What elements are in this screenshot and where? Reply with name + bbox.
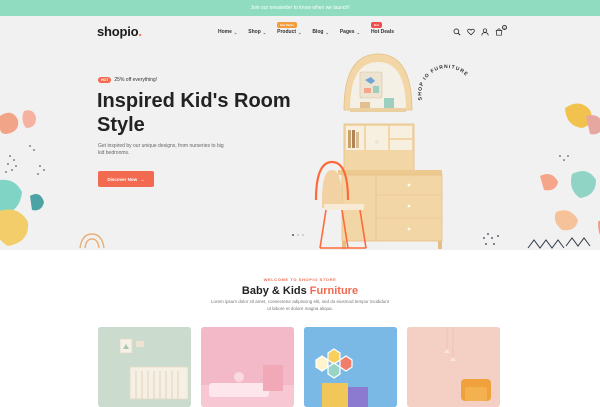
hero-decor xyxy=(0,103,600,249)
nav-label: Shop xyxy=(248,29,261,35)
hot-badge: HOT xyxy=(98,77,112,83)
nav-item-shop[interactable]: Shop ⌄ xyxy=(248,29,266,35)
nav-label: Hot Deals xyxy=(370,29,394,35)
nav-badge: Hot xyxy=(370,22,382,28)
nav-label: Product xyxy=(277,29,297,35)
category-card-shelves[interactable] xyxy=(304,327,397,407)
promo-text: 25% off everything! xyxy=(114,77,158,83)
chevron-down-icon: ⌄ xyxy=(325,29,329,35)
chevron-down-icon: ⌄ xyxy=(356,29,360,35)
nav-item-pages[interactable]: Pages ⌄ xyxy=(340,29,360,35)
nav-item-hot-deals[interactable]: Hot Deals Hot xyxy=(370,22,394,35)
hero-promo: HOT 25% off everything! xyxy=(98,77,157,83)
brand-logo[interactable]: shopio. xyxy=(97,24,142,39)
nav-label: Blog xyxy=(312,29,324,35)
nav-item-product[interactable]: Product ⌄ Hot Items xyxy=(277,22,302,35)
category-card-crib[interactable] xyxy=(98,327,191,407)
hero-curved-label: SHOP IO FURNITURE KIDS xyxy=(414,56,469,101)
cart-count-badge: 0 xyxy=(502,25,507,30)
header-actions: 0 xyxy=(453,25,507,36)
nav-label: Home xyxy=(218,29,232,35)
category-cards xyxy=(98,327,500,407)
user-icon[interactable] xyxy=(481,28,489,36)
search-icon[interactable] xyxy=(453,28,461,36)
hero-banner: SHOP IO FURNITURE KIDS xyxy=(0,16,600,250)
chevron-down-icon: ⌄ xyxy=(262,29,267,35)
svg-text:SHOP IO FURNITURE KIDS: SHOP IO FURNITURE KIDS xyxy=(414,56,469,101)
nav-label: Pages xyxy=(339,29,355,35)
chevron-down-icon: ⌄ xyxy=(233,29,238,35)
section-description: Lorem ipsum dolor sit amet, consectetur … xyxy=(210,299,390,311)
hero-subtitle: Get inspired by our unique designs, from… xyxy=(98,143,224,156)
site-header: shopio. Home ⌄ Shop ⌄ Product ⌄ Hot Items Blog ⌄… xyxy=(0,16,600,50)
bed-image xyxy=(201,327,294,407)
main-nav: Home ⌄ Shop ⌄ Product ⌄ Hot Items Blog ⌄ Pages ⌄ Ho… xyxy=(218,22,405,35)
hero-title: Inspired Kid's Room Style xyxy=(97,90,291,136)
discover-now-button[interactable]: Discover Now → xyxy=(98,171,154,187)
category-card-bed[interactable] xyxy=(201,327,294,407)
cart-button[interactable]: 0 xyxy=(495,25,507,36)
armchair-image xyxy=(407,327,500,407)
nav-badge: Hot Items xyxy=(277,22,297,28)
section-eyebrow: WELCOME TO SHOPIO STORE xyxy=(263,277,337,282)
nav-item-home[interactable]: Home ⌄ xyxy=(218,29,237,35)
discover-now-label: Discover Now xyxy=(107,176,138,182)
chevron-down-icon: ⌄ xyxy=(298,29,302,35)
announcement-text: Join our newsletter to know when we laun… xyxy=(250,5,350,11)
nav-item-blog[interactable]: Blog ⌄ xyxy=(312,29,328,35)
slider-dot[interactable] xyxy=(302,234,304,236)
crib-image xyxy=(98,327,191,407)
announcement-bar: Join our newsletter to know when we laun… xyxy=(0,0,600,16)
shelves-image xyxy=(304,327,397,407)
slider-dot[interactable] xyxy=(292,234,294,236)
section-title: Baby & Kids Furniture xyxy=(241,285,359,297)
category-card-armchair[interactable] xyxy=(407,327,500,407)
heart-icon[interactable] xyxy=(467,28,475,36)
slider-dots xyxy=(292,234,304,236)
slider-dot[interactable] xyxy=(297,234,299,236)
arrow-right-icon: → xyxy=(140,176,145,182)
